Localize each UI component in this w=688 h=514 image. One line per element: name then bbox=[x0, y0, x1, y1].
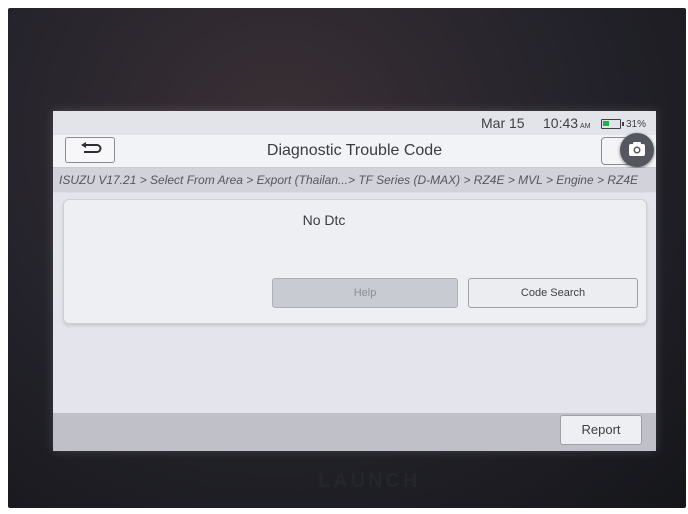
status-time-value: 10:43 bbox=[543, 115, 579, 131]
dtc-result-card: No Dtc Help Code Search bbox=[63, 199, 647, 324]
device-brand-logo: LAUNCH bbox=[318, 470, 421, 492]
breadcrumb: ISUZU V17.21 > Select From Area > Export… bbox=[53, 168, 656, 192]
main-content: No Dtc Help Code Search bbox=[53, 193, 656, 413]
tablet-device: Mar 15 10:43 AM 31% Diagnostic Trouble Co… bbox=[8, 8, 686, 508]
code-search-button[interactable]: Code Search bbox=[468, 278, 638, 308]
report-button[interactable]: Report bbox=[560, 415, 642, 445]
status-bar: Mar 15 10:43 AM 31% bbox=[53, 111, 656, 135]
camera-button[interactable] bbox=[620, 133, 654, 167]
page-title: Diagnostic Trouble Code bbox=[266, 142, 443, 159]
status-time: 10:43 AM bbox=[543, 115, 591, 131]
dtc-message: No Dtc bbox=[302, 212, 346, 228]
battery-icon bbox=[601, 119, 624, 129]
battery-level bbox=[603, 121, 609, 126]
bottom-bar: Report bbox=[53, 413, 656, 451]
title-bar: Diagnostic Trouble Code bbox=[53, 133, 656, 168]
help-button[interactable]: Help bbox=[272, 278, 458, 308]
status-ampm: AM bbox=[580, 123, 591, 130]
camera-icon bbox=[629, 142, 645, 156]
status-date: Mar 15 bbox=[481, 115, 525, 131]
screen: Mar 15 10:43 AM 31% Diagnostic Trouble Co… bbox=[53, 111, 656, 451]
battery-percent: 31% bbox=[626, 119, 647, 130]
